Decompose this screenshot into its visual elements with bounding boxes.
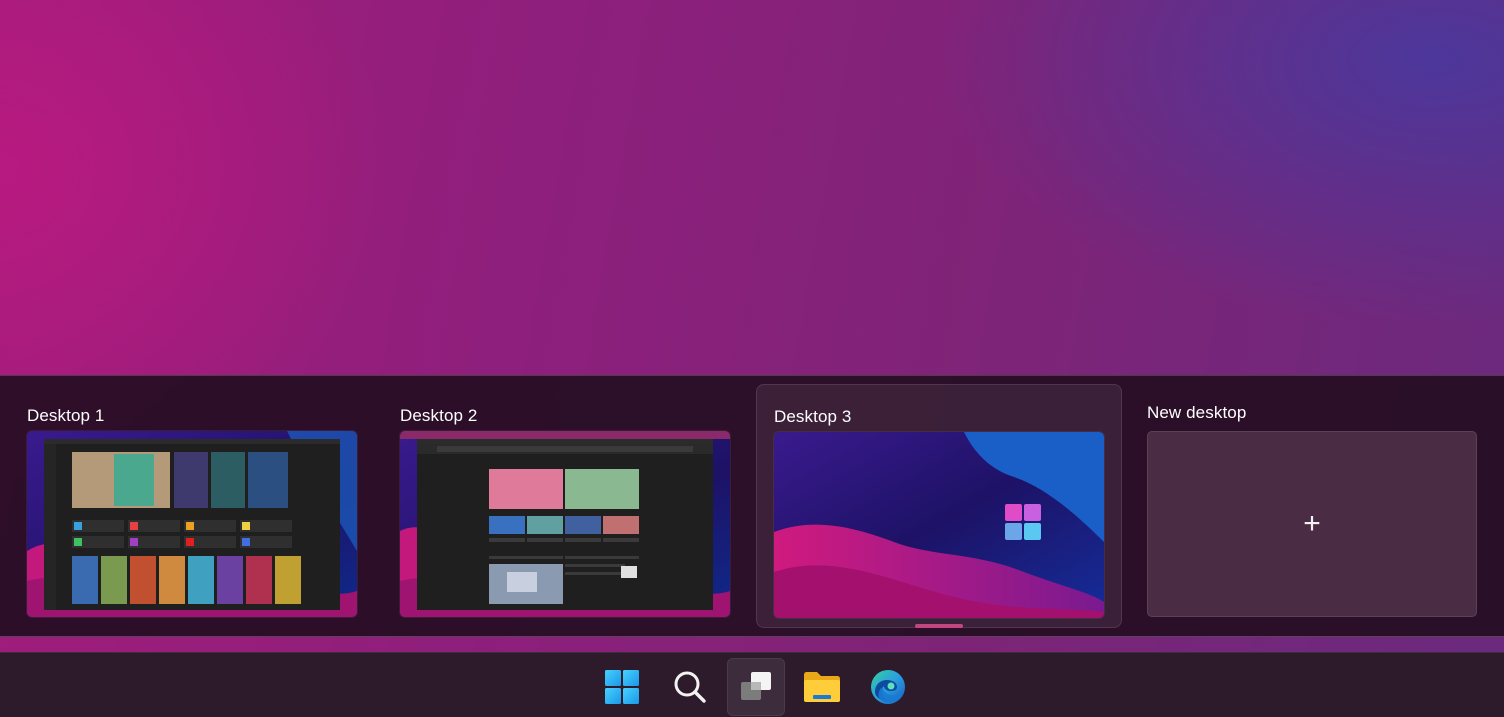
new-desktop-card[interactable]: New desktop + xyxy=(1130,384,1496,628)
desktop-3-wallpaper xyxy=(774,432,1104,618)
search-icon xyxy=(674,671,706,703)
desktop-2-thumbnail[interactable] xyxy=(400,431,730,617)
search-button[interactable] xyxy=(660,658,718,716)
active-desktop-indicator xyxy=(915,624,963,628)
desktop-switcher-panel: Desktop 1 Desktop 2 Desktop 3 New deskto… xyxy=(0,375,1504,637)
file-explorer-button[interactable] xyxy=(793,658,851,716)
desktop-2-label: Desktop 2 xyxy=(400,406,478,425)
plus-icon: + xyxy=(1303,507,1321,540)
desktop-3-label: Desktop 3 xyxy=(774,407,852,426)
task-view-icon xyxy=(741,672,771,700)
edge-button[interactable] xyxy=(859,658,917,716)
edge-icon xyxy=(871,670,905,704)
desktop-1-label: Desktop 1 xyxy=(27,406,105,425)
store-window-preview xyxy=(44,439,340,610)
windows-logo-icon xyxy=(605,670,639,704)
new-desktop-button[interactable]: + xyxy=(1147,431,1477,617)
desktop-1-thumbnail[interactable] xyxy=(27,431,357,617)
browser-window-content xyxy=(417,444,713,604)
windows-logo-icon xyxy=(1005,504,1041,540)
store-window-content xyxy=(44,444,301,610)
desktop-3-thumbnail[interactable] xyxy=(774,432,1104,618)
browser-window-preview xyxy=(417,439,713,610)
taskbar xyxy=(0,652,1504,717)
desktop-3-card[interactable]: Desktop 3 xyxy=(756,384,1122,628)
start-button[interactable] xyxy=(593,658,651,716)
folder-icon xyxy=(804,672,840,702)
task-view-button[interactable] xyxy=(727,658,785,716)
new-desktop-label: New desktop xyxy=(1147,403,1247,422)
desktop-2-card[interactable]: Desktop 2 xyxy=(383,384,749,628)
desktop-1-card[interactable]: Desktop 1 xyxy=(10,384,376,628)
